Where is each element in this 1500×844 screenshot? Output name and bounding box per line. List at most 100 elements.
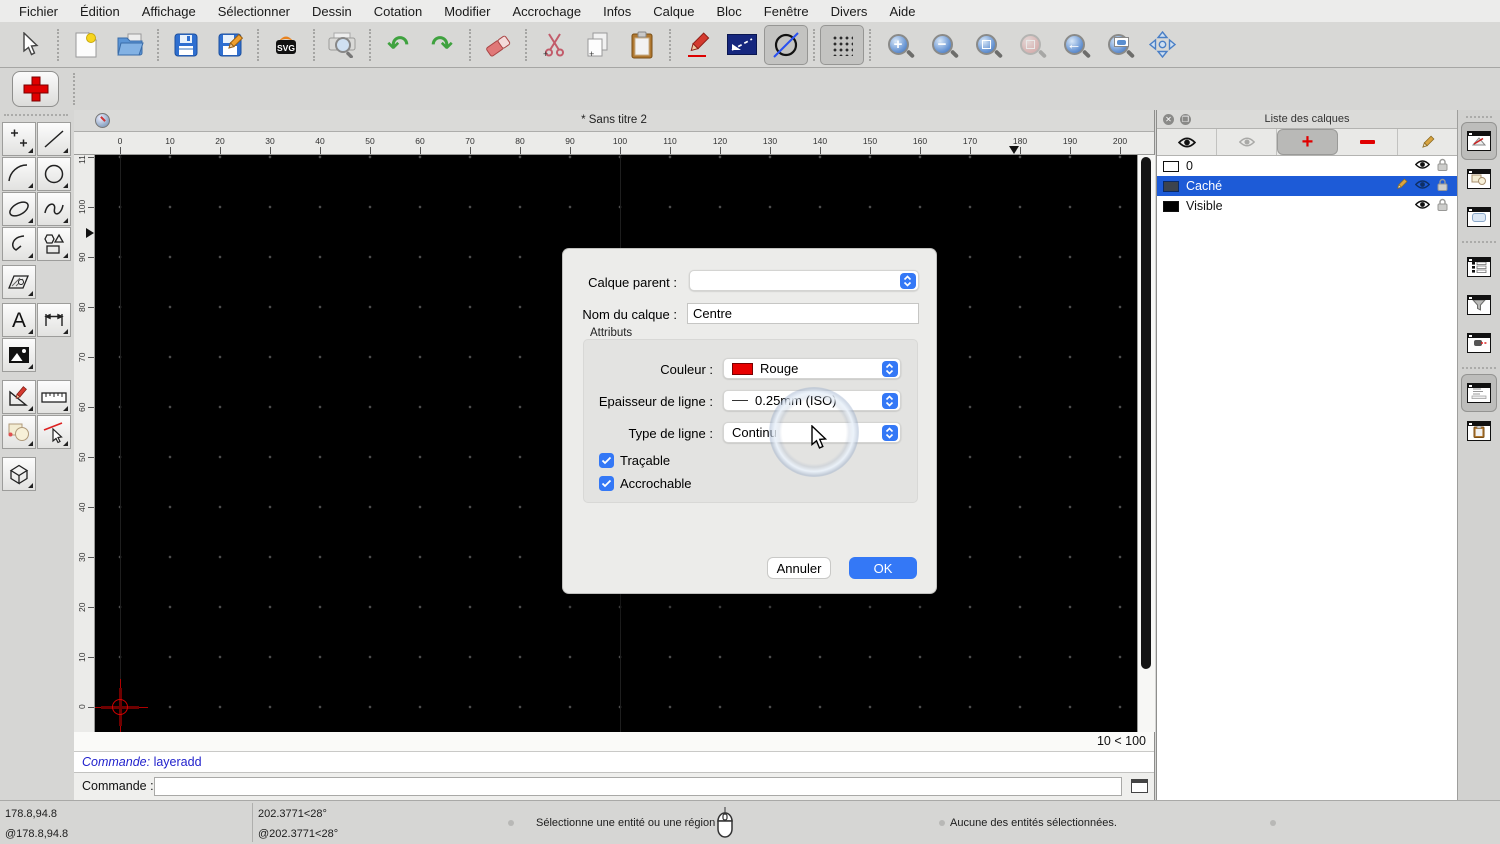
menu-item-bloc[interactable]: Bloc bbox=[705, 4, 752, 19]
zoom-window-button[interactable] bbox=[1096, 25, 1140, 65]
v-ruler-label-30: 30 bbox=[77, 552, 87, 562]
add-layer-panel-button[interactable]: + bbox=[1277, 129, 1338, 155]
menu-item-fenêtre[interactable]: Fenêtre bbox=[753, 4, 820, 19]
selection-filter-panel-button[interactable] bbox=[1461, 286, 1497, 324]
parent-layer-select[interactable] bbox=[689, 270, 919, 291]
menu-item-accrochage[interactable]: Accrochage bbox=[501, 4, 592, 19]
solid-tool[interactable] bbox=[2, 457, 36, 491]
menu-item-sélectionner[interactable]: Sélectionner bbox=[207, 4, 301, 19]
measure-tool[interactable] bbox=[37, 380, 71, 414]
property-editor-panel-button[interactable] bbox=[1461, 248, 1497, 286]
new-file-button[interactable] bbox=[64, 25, 108, 65]
remove-layer-button[interactable] bbox=[1338, 129, 1398, 155]
menu-item-cotation[interactable]: Cotation bbox=[363, 4, 433, 19]
menu-item-aide[interactable]: Aide bbox=[878, 4, 926, 19]
command-line-panel-button[interactable] bbox=[1461, 374, 1497, 412]
zoom-out-button[interactable]: − bbox=[920, 25, 964, 65]
layer-row-Caché[interactable]: Caché bbox=[1157, 176, 1457, 196]
v-ruler-tick-110 bbox=[88, 157, 94, 158]
print-preview-button[interactable] bbox=[320, 25, 364, 65]
command-input[interactable] bbox=[154, 777, 1122, 796]
lineweight-label: Epaisseur de ligne : bbox=[598, 394, 713, 409]
layer-list-panel-icon bbox=[1467, 131, 1491, 151]
layer-name-input[interactable] bbox=[687, 303, 919, 324]
detach-panel-icon[interactable] bbox=[1131, 779, 1148, 793]
grid-toggle-button[interactable] bbox=[820, 24, 864, 65]
zoom-in-button[interactable]: + bbox=[876, 25, 920, 65]
ellipse-tool[interactable] bbox=[2, 192, 36, 226]
no-fill-button[interactable] bbox=[764, 24, 808, 65]
layer-lock-icon[interactable] bbox=[1437, 158, 1457, 175]
layer-visibility-eye-icon[interactable] bbox=[1414, 159, 1437, 173]
polyline-tool[interactable] bbox=[2, 227, 36, 261]
hatch-tool[interactable] bbox=[2, 265, 36, 299]
layer-lock-icon[interactable] bbox=[1437, 178, 1457, 195]
pan-button[interactable] bbox=[1140, 25, 1184, 65]
menu-item-fichier[interactable]: Fichier bbox=[8, 4, 69, 19]
redo-button[interactable]: ↷ bbox=[420, 25, 464, 65]
vertical-scrollbar[interactable] bbox=[1137, 155, 1155, 732]
menu-item-calque[interactable]: Calque bbox=[642, 4, 705, 19]
status-dot bbox=[1270, 820, 1276, 826]
point-tool[interactable] bbox=[2, 122, 36, 156]
shape-tool[interactable] bbox=[37, 227, 71, 261]
pointer-tool-button[interactable] bbox=[8, 25, 52, 65]
spline-tool[interactable] bbox=[37, 192, 71, 226]
image-tool[interactable] bbox=[2, 338, 36, 372]
svg-export-button[interactable]: SVG bbox=[264, 25, 308, 65]
show-all-layers-button[interactable] bbox=[1157, 129, 1217, 155]
color-select[interactable]: Rouge bbox=[723, 358, 901, 379]
paste-button[interactable] bbox=[620, 25, 664, 65]
block-tool[interactable] bbox=[2, 415, 36, 449]
relative-zero-panel-button[interactable] bbox=[1461, 324, 1497, 362]
edit-layer-button[interactable] bbox=[1398, 129, 1457, 155]
layer-list-panel-button[interactable] bbox=[1461, 122, 1497, 160]
save-button[interactable] bbox=[164, 25, 208, 65]
arc-tool[interactable] bbox=[2, 157, 36, 191]
eraser-icon bbox=[486, 35, 511, 57]
plottable-checkbox[interactable] bbox=[599, 453, 614, 468]
save-as-button[interactable] bbox=[208, 25, 252, 65]
layer-visibility-eye-icon[interactable] bbox=[1414, 199, 1437, 213]
layer-row-0[interactable]: 0 bbox=[1157, 156, 1457, 176]
ok-button[interactable]: OK bbox=[849, 557, 917, 579]
layer-lock-icon[interactable] bbox=[1437, 198, 1457, 215]
trim-tool[interactable] bbox=[37, 415, 71, 449]
layer-visibility-eye-icon[interactable] bbox=[1414, 179, 1437, 193]
palette-handle[interactable] bbox=[4, 114, 68, 116]
copy-button[interactable]: + bbox=[576, 25, 620, 65]
menu-item-divers[interactable]: Divers bbox=[820, 4, 879, 19]
zoom-auto-button[interactable] bbox=[964, 25, 1008, 65]
zoom-selection-button[interactable] bbox=[1008, 25, 1052, 65]
menu-item-édition[interactable]: Édition bbox=[69, 4, 131, 19]
cancel-button[interactable]: Annuler bbox=[767, 557, 831, 579]
clipboard-panel-button[interactable] bbox=[1461, 412, 1497, 450]
undo-button[interactable]: ↶ bbox=[376, 25, 420, 65]
dock-handle[interactable] bbox=[1466, 116, 1492, 118]
menu-item-infos[interactable]: Infos bbox=[592, 4, 642, 19]
hide-all-layers-button[interactable] bbox=[1217, 129, 1277, 155]
scrollbar-thumb[interactable] bbox=[1141, 157, 1151, 669]
line-style-button[interactable] bbox=[720, 25, 764, 65]
selection-info: Aucune des entités sélectionnées. bbox=[950, 817, 1117, 829]
v-ruler-tick-20 bbox=[88, 607, 94, 608]
dimension-tool[interactable] bbox=[37, 303, 71, 337]
zoom-previous-button[interactable]: ← bbox=[1052, 25, 1096, 65]
layer-row-Visible[interactable]: Visible bbox=[1157, 196, 1457, 216]
cut-button[interactable]: + bbox=[532, 25, 576, 65]
modify-tool[interactable] bbox=[2, 380, 36, 414]
snappable-checkbox[interactable] bbox=[599, 476, 614, 491]
block-list-panel-button[interactable] bbox=[1461, 160, 1497, 198]
open-file-button[interactable] bbox=[108, 25, 152, 65]
line-tool[interactable] bbox=[37, 122, 71, 156]
add-layer-button[interactable] bbox=[12, 71, 59, 107]
attributes-pencil-button[interactable] bbox=[676, 25, 720, 65]
menu-item-dessin[interactable]: Dessin bbox=[301, 4, 363, 19]
menu-item-affichage[interactable]: Affichage bbox=[131, 4, 207, 19]
color-swatch bbox=[732, 362, 753, 375]
library-browser-panel-button[interactable] bbox=[1461, 198, 1497, 236]
circle-tool[interactable] bbox=[37, 157, 71, 191]
delete-button[interactable] bbox=[476, 25, 520, 65]
menu-item-modifier[interactable]: Modifier bbox=[433, 4, 501, 19]
text-tool[interactable]: A bbox=[2, 303, 36, 337]
